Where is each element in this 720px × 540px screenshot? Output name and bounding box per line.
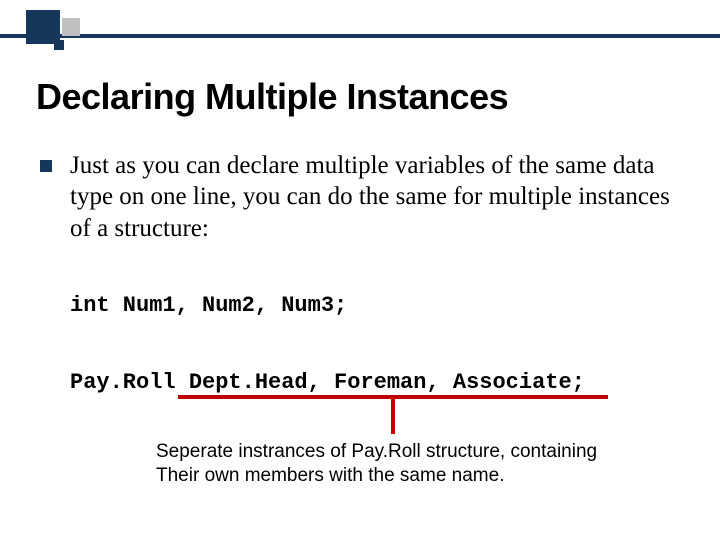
decor-gray-square <box>62 18 80 36</box>
code-line-payroll: Pay.Roll Dept.Head, Foreman, Associate; <box>70 370 585 395</box>
slide: Declaring Multiple Instances Just as you… <box>0 0 720 540</box>
code-line-int: int Num1, Num2, Num3; <box>70 293 347 318</box>
square-bullet-icon <box>40 160 52 172</box>
slide-title: Declaring Multiple Instances <box>36 76 508 118</box>
brace-icon <box>178 394 618 438</box>
decor-top-bar <box>0 34 720 38</box>
annotation-brace <box>178 394 618 438</box>
bullet-item: Just as you can declare multiple variabl… <box>40 150 680 244</box>
decor-big-square <box>26 10 60 44</box>
caption-line-2: Their own members with the same name. <box>156 464 666 488</box>
caption-line-1: Seperate instrances of Pay.Roll structur… <box>156 440 666 464</box>
slide-body: Just as you can declare multiple variabl… <box>40 150 680 244</box>
decor-small-square <box>54 40 64 50</box>
bullet-text: Just as you can declare multiple variabl… <box>70 150 680 244</box>
annotation-caption: Seperate instrances of Pay.Roll structur… <box>156 440 666 488</box>
